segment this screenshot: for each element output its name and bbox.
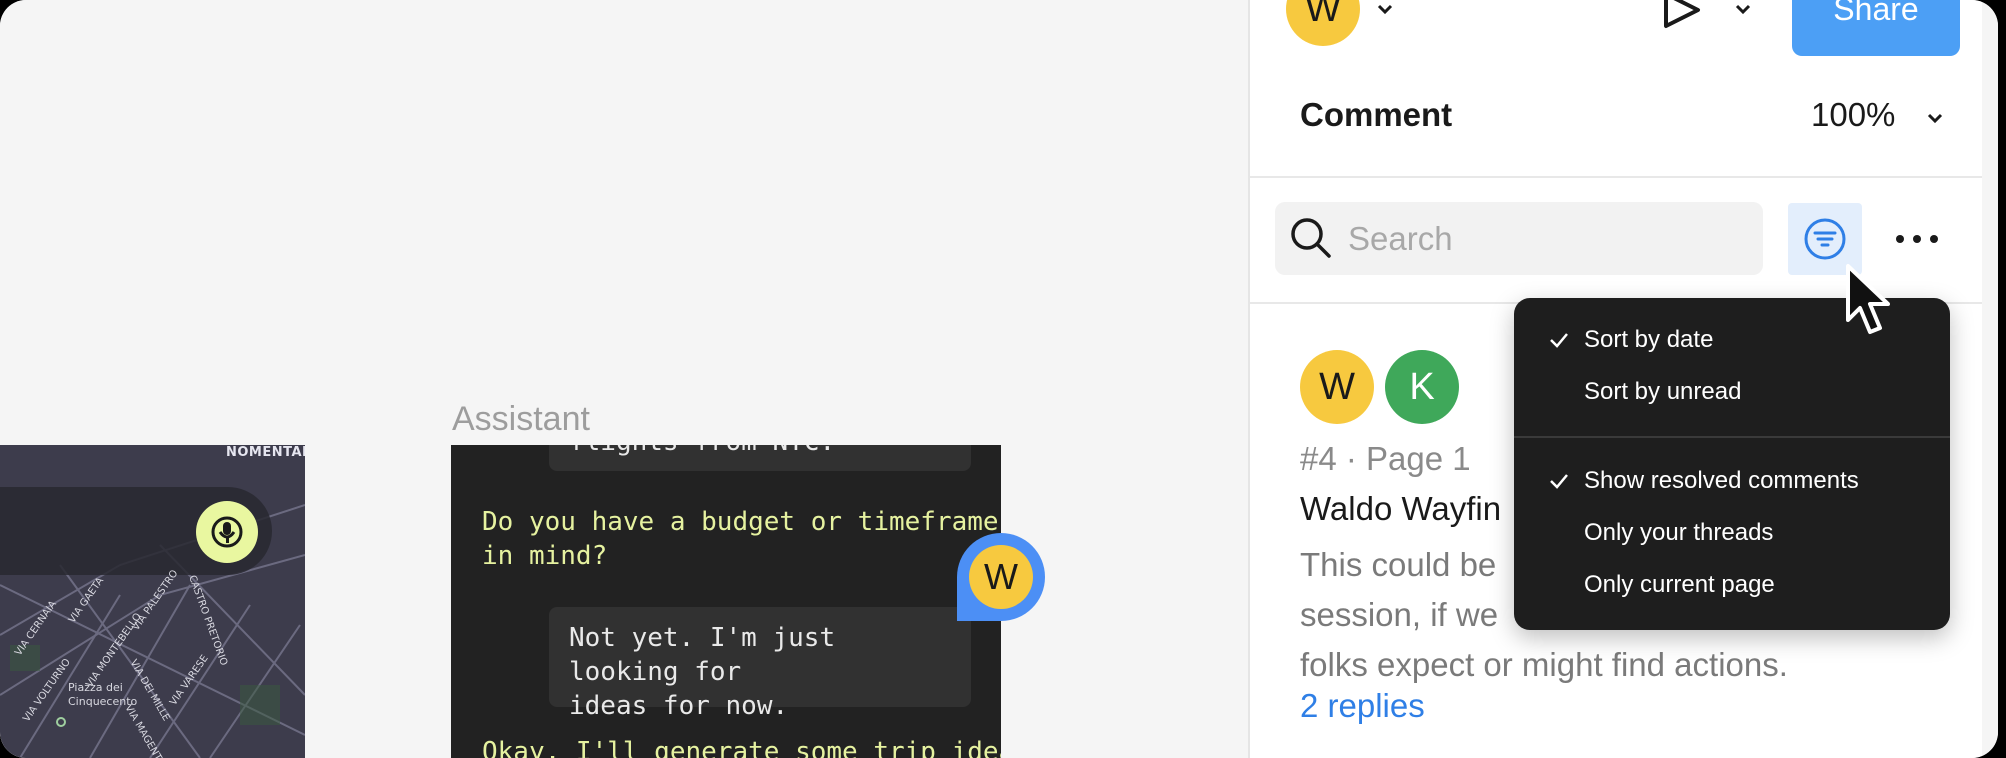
filter-dropdown-menu: Sort by date Sort by unread Show resolve… — [1514, 298, 1950, 630]
checkmark-icon — [1550, 333, 1568, 348]
thread-title[interactable]: Waldo Wayfin — [1300, 490, 1501, 528]
map-place-marker-icon — [56, 717, 66, 727]
assistant-message: Do you have a budget or timeframe in min… — [482, 505, 999, 573]
window-edge — [1982, 0, 1998, 758]
message-text: flights from NYC. — [569, 445, 951, 459]
checkmark-icon — [1550, 474, 1568, 489]
user-message-bubble: flights from NYC. — [549, 445, 971, 471]
map-place-line: Cinquecento — [68, 695, 138, 708]
chevron-down-icon[interactable] — [1924, 107, 1946, 129]
message-text: Not yet. I'm just looking for — [569, 623, 836, 687]
panel-title: Comment — [1300, 96, 1453, 133]
search-icon — [1291, 218, 1331, 258]
assistant-chat-frame[interactable]: flights from NYC. Do you have a budget o… — [451, 445, 1001, 758]
user-message-bubble: Not yet. I'm just looking for ideas for … — [549, 607, 971, 721]
message-text: Do you have a budget or timeframe — [482, 507, 999, 537]
map-place-line: Piazza dei — [68, 681, 123, 694]
menu-item-show-resolved[interactable]: Show resolved comments — [1584, 461, 1859, 501]
more-options-button[interactable] — [1896, 228, 1948, 250]
more-dot-icon — [1896, 235, 1904, 243]
frame-label-assistant[interactable]: Assistant — [452, 400, 590, 439]
app-window: NOMENTANO VIA CERNAIA VIA GAETA VIA VOLT… — [0, 0, 1998, 758]
message-text: ideas for now. — [569, 691, 789, 721]
avatar[interactable]: W — [1300, 350, 1374, 424]
message-text: in mind? — [482, 541, 608, 571]
divider — [1250, 176, 1982, 178]
thread-body-line: folks expect or might find actions. — [1300, 646, 1788, 683]
zoom-level[interactable]: 100% — [1811, 96, 1895, 134]
menu-divider — [1514, 436, 1950, 438]
menu-item-only-current-page[interactable]: Only current page — [1584, 565, 1775, 605]
menu-item-sort-by-date[interactable]: Sort by date — [1584, 320, 1713, 360]
mouse-cursor-icon — [1846, 264, 1890, 334]
filter-icon — [1804, 218, 1846, 260]
menu-item-sort-by-unread[interactable]: Sort by unread — [1584, 372, 1741, 412]
avatar[interactable]: K — [1385, 350, 1459, 424]
menu-item-only-your-threads[interactable]: Only your threads — [1584, 513, 1773, 553]
search-input[interactable] — [1348, 202, 1748, 275]
replies-link[interactable]: 2 replies — [1300, 687, 1425, 725]
map-frame[interactable]: NOMENTANO VIA CERNAIA VIA GAETA VIA VOLT… — [0, 445, 305, 758]
microphone-icon — [211, 516, 243, 548]
more-dot-icon — [1930, 235, 1938, 243]
present-play-icon[interactable] — [1660, 0, 1704, 34]
chevron-down-icon[interactable] — [1732, 0, 1754, 20]
comment-pin[interactable]: W — [957, 533, 1045, 621]
chevron-down-icon[interactable] — [1374, 0, 1396, 20]
avatar: W — [969, 545, 1033, 609]
share-button[interactable]: Share — [1792, 0, 1960, 56]
more-dot-icon — [1913, 235, 1921, 243]
map-label-nomentano: NOMENTANO — [226, 445, 305, 460]
microphone-button[interactable] — [196, 501, 258, 563]
map-place-label: Piazza dei Cinquecento — [68, 681, 137, 709]
thread-meta: #4 · Page 1 — [1300, 440, 1471, 477]
assistant-message: Okay, I'll generate some trip ideas — [482, 737, 1001, 758]
